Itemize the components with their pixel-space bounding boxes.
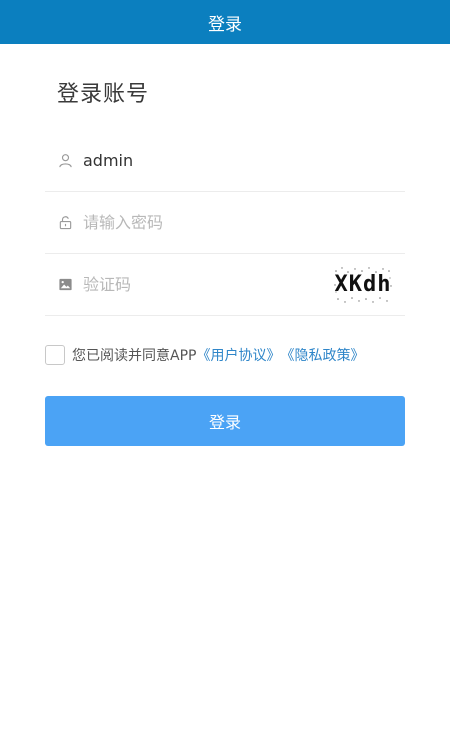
- privacy-policy-link[interactable]: 《隐私政策》: [280, 345, 364, 365]
- captcha-input[interactable]: [83, 269, 333, 300]
- captcha-field: XKdh: [45, 254, 405, 316]
- user-icon: [57, 153, 73, 169]
- agreement-row: 您已阅读并同意APP 《用户协议》 《隐私政策》: [45, 345, 364, 365]
- captcha-image[interactable]: XKdh: [333, 265, 393, 304]
- header-title: 登录: [208, 14, 242, 35]
- username-input[interactable]: [83, 145, 405, 176]
- password-field: [45, 192, 405, 254]
- agreement-text: 您已阅读并同意APP: [72, 348, 197, 364]
- username-field: [45, 130, 405, 192]
- header-bar: 登录: [0, 0, 450, 44]
- login-button[interactable]: 登录: [45, 396, 405, 446]
- page-title: 登录账号: [57, 82, 150, 107]
- captcha-text: XKdh: [334, 272, 392, 297]
- image-icon: [57, 277, 73, 293]
- lock-icon: [57, 215, 73, 231]
- user-agreement-link[interactable]: 《用户协议》: [196, 345, 280, 365]
- agreement-checkbox[interactable]: [45, 345, 65, 365]
- password-input[interactable]: [83, 207, 405, 238]
